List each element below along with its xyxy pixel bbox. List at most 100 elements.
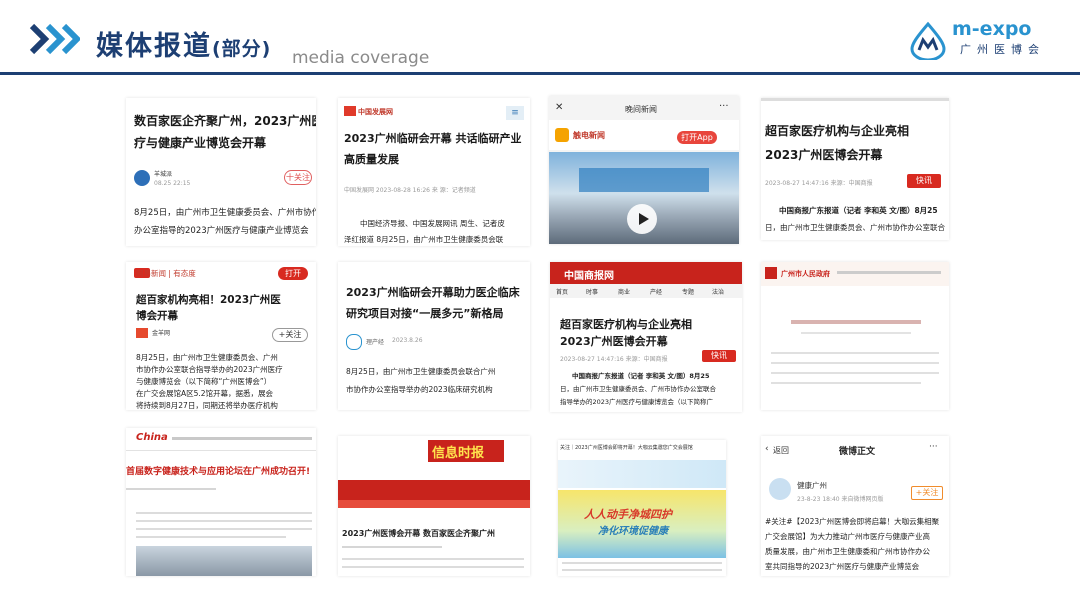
logo-text: m-expo (952, 18, 1032, 40)
app-title: 晚间新闻 (625, 105, 657, 114)
play-icon[interactable] (627, 204, 657, 234)
news-card-weibo[interactable]: ‹ 返回 微博正文 ··· 健康广州 23-8-23 18:40 来自微博网页版… (761, 436, 949, 576)
card-date: 08.25 22:15 (154, 180, 191, 187)
card-headline: 首届数字健康技术与应用论坛在广州成功召开! (126, 467, 311, 477)
author-logo-icon (136, 328, 148, 338)
open-button[interactable]: 打开 (278, 267, 308, 280)
card-body: 指导举办的2023广州医疗与健康博览会（以下简称广 (560, 398, 714, 406)
card-headline: 2023广州医博会开幕 数百家医企齐聚广州 (342, 529, 496, 538)
card-source: 中国发展网 (358, 108, 393, 116)
news-flash-button[interactable]: 快讯 (907, 174, 941, 188)
nav-item[interactable]: 专题 (682, 287, 694, 296)
card-headline: 2023广州医博会开幕 (765, 148, 883, 162)
news-card-yangcheng[interactable]: 数百家医企齐聚广州，2023广州医 疗与健康产业博览会开幕 羊城派 08.25 … (126, 98, 316, 246)
card-author: 健康广州 (797, 481, 827, 490)
double-chevron-icon (29, 23, 80, 55)
nav-item[interactable]: 产经 (650, 287, 662, 296)
news-card-china-dev[interactable]: 中国发展网 ≡ 2023广州临研会开幕 共话临研产业 高质量发展 中国发展网 2… (338, 98, 530, 246)
card-body: 泽红报道 8月25日，由广州市卫生健康委员会联 (344, 235, 504, 244)
close-icon[interactable]: ✕ (555, 102, 563, 113)
logo-subtext: 广州医博会 (960, 43, 1045, 56)
card-headline: 2023广州医博会开幕 (560, 335, 668, 348)
card-headline: 2023广州临研会开幕助力医企临床 (346, 286, 520, 299)
card-body: 市协作办公室联合指导举办的2023广州医疗 (136, 365, 283, 374)
card-author: 理产经 (366, 339, 385, 346)
article-photo (136, 546, 312, 576)
follow-button[interactable]: +关注 (911, 486, 943, 500)
card-headline: 博会开幕 (136, 310, 178, 322)
booth-sign (579, 168, 709, 192)
news-card-china-commerce-2[interactable]: 中国商报网 首页 时事 商业 产经 专题 法治 超百家医疗机构与企业亮相 202… (550, 262, 742, 412)
text-line (342, 566, 524, 568)
news-card-netease[interactable]: 网易新闻 | 有态度 打开 超百家机构亮相！2023广州医 博会开幕 金羊网 +… (126, 262, 316, 410)
china-logo: China (136, 432, 168, 443)
card-headline: 数百家医企齐聚广州，2023广州医 (134, 114, 316, 128)
card-body: 中国商报广东报道（记者 李和英 文/图）8月25 (572, 372, 710, 380)
m-expo-logo-icon (910, 21, 946, 60)
text-line (342, 558, 524, 560)
text-line (136, 536, 286, 538)
masthead: 广州市人民政府 (781, 270, 830, 278)
text-line (771, 362, 939, 364)
avatar (769, 478, 791, 500)
follow-button[interactable]: 十关注 (284, 170, 312, 185)
text-line (771, 352, 939, 354)
card-author: 金羊网 (152, 330, 171, 337)
page-subtitle: media coverage (292, 48, 430, 68)
masthead: 中国商报网 (564, 271, 614, 282)
card-date: 2023.8.26 (392, 337, 423, 344)
card-headline: 超百家机构亮相！2023广州医 (136, 294, 281, 306)
card-headline: 关注｜2023广州医博会即将开幕！大咖云集邀您广交会展馆 (560, 445, 693, 451)
masthead: 信息时报 (432, 446, 485, 461)
text-line (771, 372, 939, 374)
card-body: 市协作办公室指导举办的2023临床研究机构 (346, 385, 493, 394)
meta-line (342, 546, 442, 548)
source-logo-icon (344, 106, 356, 116)
back-button[interactable]: 返回 (773, 445, 789, 456)
card-body: 在广交会展馆A区5.2馆开幕，据悉，展会 (136, 389, 274, 398)
card-meta: 中国发展网 2023-08-28 16:26 来 源：记者频道 (344, 187, 476, 194)
nav-placeholder (172, 437, 312, 440)
nav-item[interactable]: 商业 (618, 287, 630, 296)
meta-line (801, 332, 911, 334)
page-title-part: (部分) (212, 38, 272, 60)
news-card-video[interactable]: ✕ 晚间新闻 ··· 触电新闻 打开App (549, 96, 739, 244)
card-headline: 超百家医疗机构与企业亮相 (560, 318, 692, 331)
poster-text: 净化环境促健康 (598, 526, 668, 537)
news-card-gz-gov[interactable]: 广州市人民政府 (761, 262, 949, 410)
nav-item[interactable]: 法治 (712, 287, 724, 296)
more-icon[interactable]: ··· (719, 101, 729, 112)
menu-icon[interactable]: ≡ (506, 106, 524, 120)
card-body: 日，由广州市卫生健康委员会、广州市协作办公室联合 (560, 385, 716, 393)
card-headline: 高质量发展 (344, 153, 399, 166)
news-card-poster[interactable]: 关注｜2023广州医博会即将开幕！大咖云集邀您广交会展馆 人人动手净城四护 净化… (558, 440, 726, 576)
card-topbar (761, 98, 949, 101)
card-meta: 2023-08-27 14:47:16 来源：中国商报 (765, 180, 873, 187)
follow-button[interactable]: +关注 (272, 328, 308, 342)
open-app-button[interactable]: 打开App (677, 131, 717, 144)
card-body: 将持续到8月27日，同期还将举办医疗机构 (136, 401, 278, 410)
card-body: 8月25日，由广州市卫生健康委员会、广州市协作 (134, 208, 316, 218)
card-date: 23-8-23 18:40 来自微博网页版 (797, 496, 884, 503)
text-line (136, 512, 312, 514)
text-line (136, 520, 312, 522)
more-icon[interactable]: ··· (929, 442, 938, 452)
back-icon[interactable]: ‹ (765, 444, 769, 454)
page-title: 媒体报道(部分) (96, 31, 272, 62)
avatar (346, 334, 362, 350)
news-card-china-com[interactable]: China 首届数字健康技术与应用论坛在广州成功召开! (126, 428, 316, 576)
title-line (791, 320, 921, 324)
avatar (134, 170, 150, 186)
banner-image (558, 460, 726, 488)
news-card-xinxi-times[interactable]: 信息时报 2023广州医博会开幕 数百家医企齐聚广州 (338, 436, 530, 576)
card-body: 与健康博览会（以下简称“广州医博会”） (136, 377, 272, 386)
poster-text: 人人动手净城四护 (584, 508, 672, 521)
card-headline: 2023广州临研会开幕 共话临研产业 (344, 132, 522, 145)
text-line (562, 569, 722, 571)
news-flash-button[interactable]: 快讯 (702, 350, 736, 362)
news-card-china-commerce-1[interactable]: 超百家医疗机构与企业亮相 2023广州医博会开幕 2023-08-27 14:4… (761, 98, 949, 240)
news-card-lichanjing[interactable]: 2023广州临研会开幕助力医企临床 研究项目对接“一展多元”新格局 理产经 20… (338, 262, 530, 410)
nav-item[interactable]: 时事 (586, 287, 598, 296)
nav-bar-sub (338, 500, 530, 508)
nav-item[interactable]: 首页 (556, 287, 568, 296)
